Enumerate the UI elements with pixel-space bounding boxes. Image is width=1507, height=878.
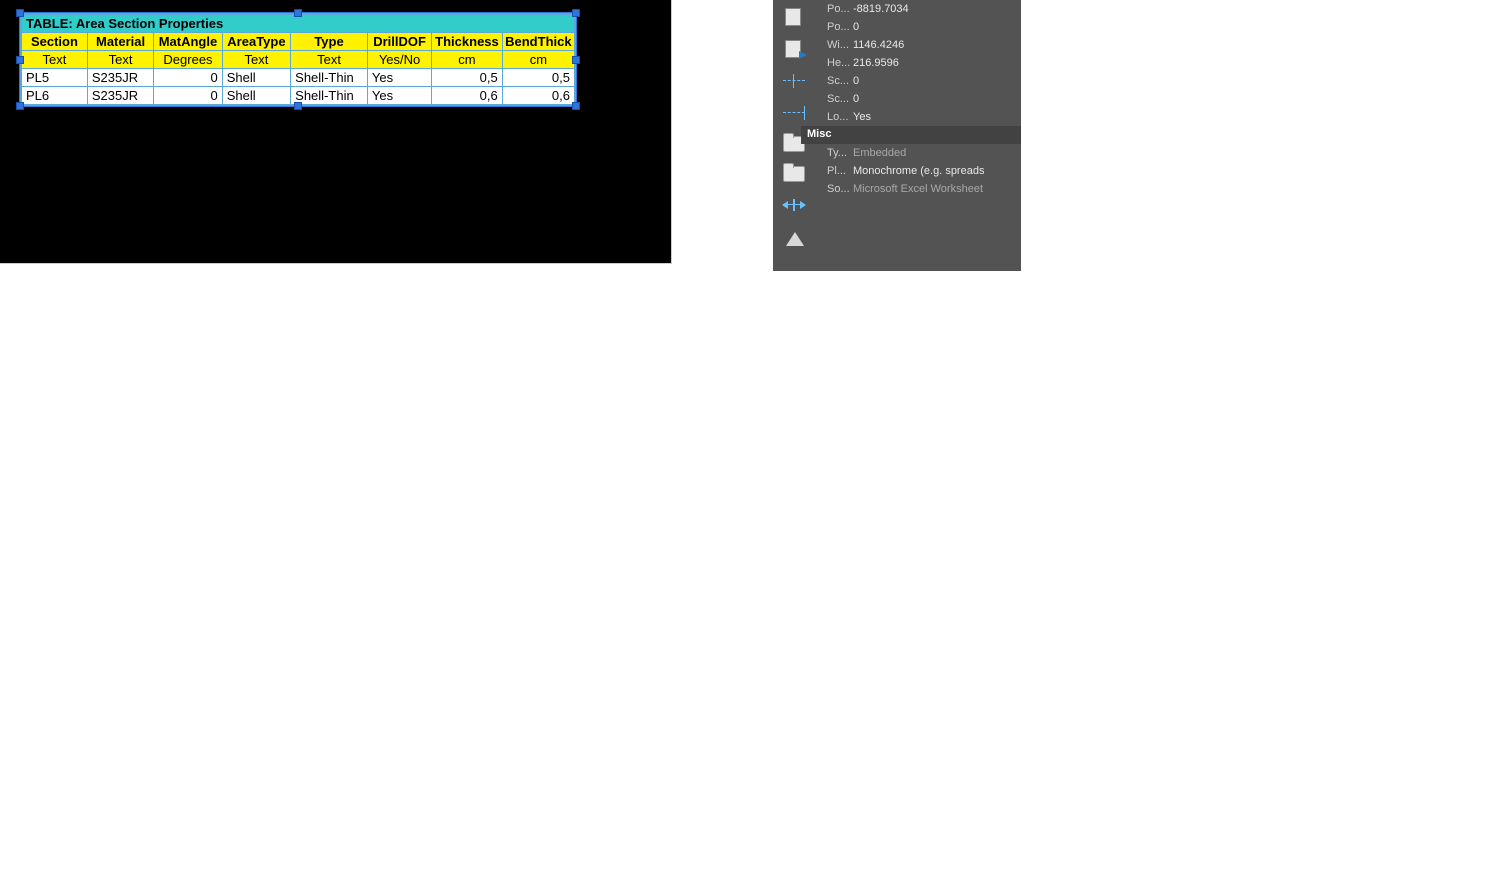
- property-row[interactable]: Pl...Monochrome (e.g. spreads: [823, 162, 1021, 180]
- triangle-icon[interactable]: [783, 228, 805, 246]
- selection-handle[interactable]: [294, 102, 302, 110]
- selection-handle[interactable]: [294, 9, 302, 17]
- property-key: He...: [827, 57, 853, 69]
- property-key: Lo...: [827, 111, 853, 123]
- property-row[interactable]: So...Microsoft Excel Worksheet: [823, 180, 1021, 198]
- snap-icon[interactable]: [783, 196, 805, 214]
- table-cell: 0,5: [432, 69, 503, 87]
- column-header: Section: [21, 33, 87, 51]
- property-row[interactable]: Ty...Embedded: [823, 144, 1021, 162]
- drawing-canvas[interactable]: TABLE: Area Section Properties SectionMa…: [0, 0, 672, 264]
- table-cell: Shell-Thin: [291, 69, 368, 87]
- column-header: BendThick: [502, 33, 575, 51]
- property-key: So...: [827, 183, 853, 195]
- table-unit-row: TextTextDegreesTextTextYes/Nocmcm: [21, 51, 575, 69]
- table-cell: Shell: [222, 69, 290, 87]
- column-unit: Text: [87, 51, 153, 69]
- selection-handle[interactable]: [572, 9, 580, 17]
- property-value: -8819.7034: [853, 3, 1017, 15]
- property-key: Pl...: [827, 165, 853, 177]
- column-header: Type: [291, 33, 368, 51]
- column-unit: Degrees: [154, 51, 222, 69]
- table-cell: 0: [154, 69, 222, 87]
- property-value: 0: [853, 21, 1017, 33]
- column-unit: Text: [21, 51, 87, 69]
- table-cell: PL6: [21, 87, 87, 106]
- table-cell: S235JR: [87, 87, 153, 106]
- column-unit: Text: [291, 51, 368, 69]
- property-value: Monochrome (e.g. spreads: [853, 165, 1017, 177]
- table-cell: S235JR: [87, 69, 153, 87]
- property-row[interactable]: He...216.9596: [823, 54, 1021, 72]
- table-cell: Shell-Thin: [291, 87, 368, 106]
- table-cell: Yes: [367, 69, 431, 87]
- column-header: MatAngle: [154, 33, 222, 51]
- column-unit: cm: [432, 51, 503, 69]
- property-value: 216.9596: [853, 57, 1017, 69]
- table-cell: 0: [154, 87, 222, 106]
- table-cell: 0,5: [502, 69, 575, 87]
- property-value: Embedded: [853, 147, 1017, 159]
- new-document-icon[interactable]: [783, 8, 805, 26]
- property-key: Wi...: [827, 39, 853, 51]
- property-value: 0: [853, 93, 1017, 105]
- selection-handle[interactable]: [572, 56, 580, 64]
- selection-handle[interactable]: [16, 102, 24, 110]
- end-line-icon[interactable]: [783, 104, 805, 122]
- property-value: Microsoft Excel Worksheet: [853, 183, 1017, 195]
- property-row[interactable]: Sc...0: [823, 90, 1021, 108]
- column-header: Material: [87, 33, 153, 51]
- property-value: 1146.4246: [853, 39, 1017, 51]
- property-group-misc[interactable]: Misc: [801, 126, 1021, 144]
- property-row[interactable]: Lo...Yes: [823, 108, 1021, 126]
- area-section-properties-table: TABLE: Area Section Properties SectionMa…: [20, 13, 576, 106]
- column-header: AreaType: [222, 33, 290, 51]
- property-value: Yes: [853, 111, 1017, 123]
- center-line-icon[interactable]: [783, 72, 805, 90]
- property-key: Ty...: [827, 147, 853, 159]
- table-header-row: SectionMaterialMatAngleAreaTypeTypeDrill…: [21, 33, 575, 51]
- column-header: Thickness: [432, 33, 503, 51]
- property-row[interactable]: Wi...1146.4246: [823, 36, 1021, 54]
- property-key: Sc...: [827, 75, 853, 87]
- table-row: PL5S235JR0ShellShell-ThinYes0,50,5: [21, 69, 575, 87]
- property-row[interactable]: Po...-8819.7034: [823, 0, 1021, 18]
- property-row[interactable]: Po...0: [823, 18, 1021, 36]
- table-cell: Shell: [222, 87, 290, 106]
- property-key: Sc...: [827, 93, 853, 105]
- table-cell: PL5: [21, 69, 87, 87]
- selection-handle[interactable]: [572, 102, 580, 110]
- table-cell: 0,6: [432, 87, 503, 106]
- properties-panel: Po...-8819.7034Po...0Wi...1146.4246He...…: [773, 0, 1021, 271]
- column-unit: Text: [222, 51, 290, 69]
- embedded-object[interactable]: TABLE: Area Section Properties SectionMa…: [20, 13, 576, 106]
- property-key: Po...: [827, 21, 853, 33]
- selection-handle[interactable]: [16, 9, 24, 17]
- column-header: DrillDOF: [367, 33, 431, 51]
- property-value: 0: [853, 75, 1017, 87]
- export-document-icon[interactable]: [783, 40, 805, 58]
- column-unit: Yes/No: [367, 51, 431, 69]
- property-row[interactable]: Sc...0: [823, 72, 1021, 90]
- table-cell: 0,6: [502, 87, 575, 106]
- column-unit: cm: [502, 51, 575, 69]
- folder-open-icon[interactable]: [783, 166, 805, 182]
- table-cell: Yes: [367, 87, 431, 106]
- property-key: Po...: [827, 3, 853, 15]
- selection-handle[interactable]: [16, 56, 24, 64]
